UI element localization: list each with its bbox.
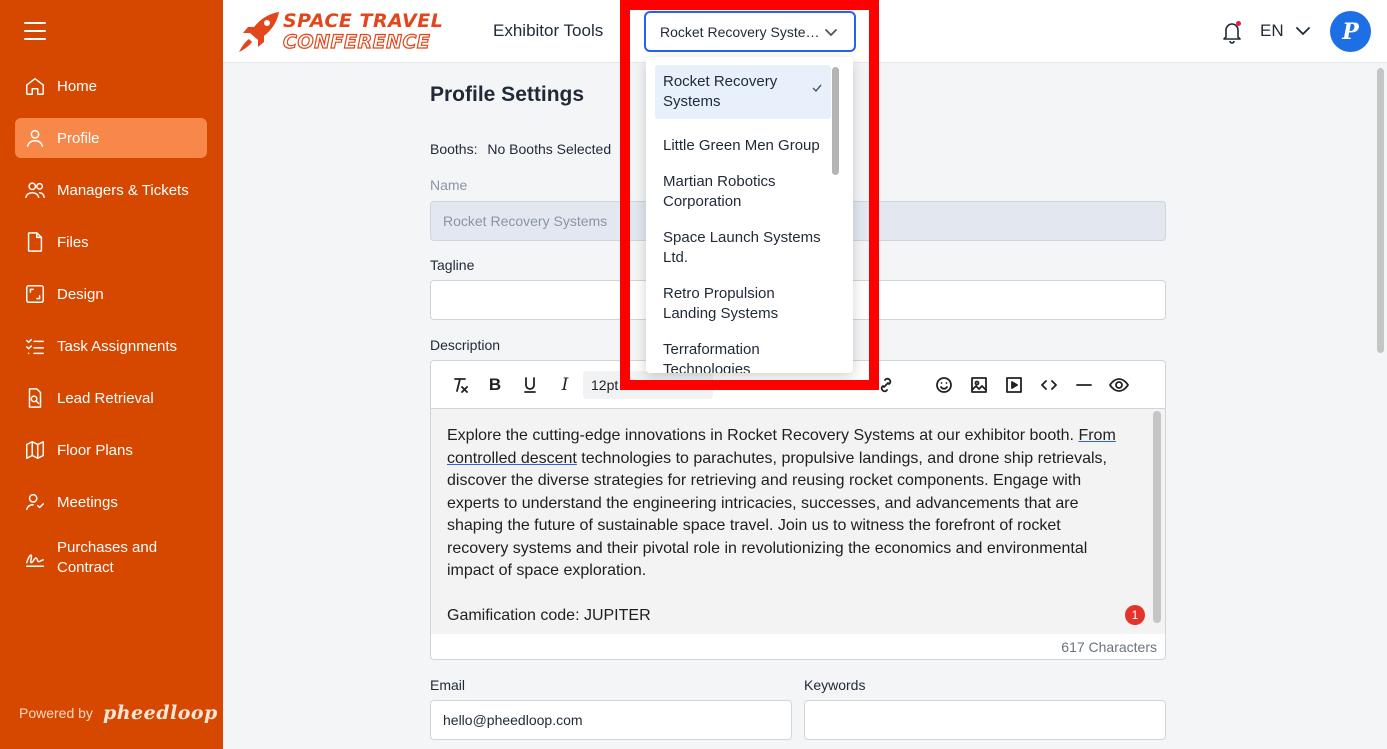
- editor-scrollbar[interactable]: [1153, 411, 1161, 623]
- tagline-label: Tagline: [430, 257, 475, 273]
- conference-logo[interactable]: SPACE TRAVEL CONFERENCE: [237, 9, 467, 55]
- logo-title-line1: SPACE TRAVEL: [283, 10, 444, 32]
- booths-label: Booths:: [430, 141, 478, 157]
- user-icon: [23, 126, 47, 150]
- description-label: Description: [430, 337, 501, 353]
- home-icon: [23, 74, 47, 98]
- keywords-field[interactable]: [804, 700, 1166, 740]
- sidebar-item-label: Home: [57, 77, 98, 95]
- top-bar: SPACE TRAVEL CONFERENCE Exhibitor Tools …: [223, 0, 1387, 63]
- exhibitor-select-value: Rocket Recovery Systems: [660, 23, 820, 40]
- keywords-label: Keywords: [804, 677, 866, 693]
- horizontal-rule-icon[interactable]: [1072, 373, 1096, 397]
- sidebar-item-label: Task Assignments: [57, 337, 178, 355]
- dropdown-scrollbar[interactable]: [832, 67, 839, 175]
- meetings-icon: [23, 490, 47, 514]
- image-icon[interactable]: [967, 373, 991, 397]
- sidebar-item-label: Meetings: [57, 493, 118, 511]
- sidebar-item-profile[interactable]: Profile: [15, 118, 207, 158]
- description-content[interactable]: Explore the cutting-edge innovations in …: [431, 409, 1165, 634]
- exhibitor-select[interactable]: Rocket Recovery Systems: [644, 11, 856, 52]
- sidebar-item-design[interactable]: Design: [15, 274, 207, 314]
- section-title: Exhibitor Tools: [493, 21, 604, 40]
- pheedloop-logo[interactable]: pheedloop: [103, 702, 218, 724]
- dropdown-option[interactable]: Terraformation Technologies: [655, 333, 831, 373]
- sidebar-item-home[interactable]: Home: [15, 66, 207, 106]
- users-icon: [23, 178, 47, 202]
- sidebar: Home Profile Managers & Tickets Files De…: [0, 0, 223, 749]
- booths-value: No Booths Selected: [487, 141, 612, 157]
- exhibitor-dropdown: Rocket Recovery Systems Little Green Men…: [646, 57, 853, 373]
- powered-by-label: Powered by: [19, 705, 93, 721]
- gamification-code: Gamification code: JUPITER: [447, 606, 651, 624]
- name-label: Name: [430, 177, 468, 193]
- link-icon[interactable]: [874, 373, 898, 397]
- dropdown-option[interactable]: Retro Propulsion Landing Systems: [655, 277, 831, 331]
- sidebar-item-label: Purchases and Contract: [57, 539, 158, 576]
- chevron-down-icon[interactable]: [1296, 24, 1310, 38]
- clear-format-icon[interactable]: [448, 373, 472, 397]
- sidebar-item-lead-retrieval[interactable]: Lead Retrieval: [15, 378, 207, 418]
- description-editor: B I 12pt Explore the cutting-edge innova…: [430, 360, 1166, 660]
- emoji-icon[interactable]: [932, 373, 956, 397]
- grammar-issue-badge[interactable]: 1: [1125, 605, 1145, 625]
- dropdown-option[interactable]: Martian Robotics Corporation: [655, 165, 831, 219]
- language-selector[interactable]: EN: [1260, 21, 1284, 41]
- check-icon: [812, 84, 822, 93]
- sidebar-nav: Home Profile Managers & Tickets Files De…: [15, 66, 207, 594]
- map-icon: [23, 438, 47, 462]
- page-scrollbar[interactable]: [1374, 64, 1387, 749]
- dropdown-option[interactable]: Space Launch Systems Ltd.: [655, 221, 831, 275]
- dropdown-option[interactable]: Little Green Men Group: [655, 129, 831, 163]
- file-icon: [23, 230, 47, 254]
- signature-icon: [23, 546, 47, 570]
- underline-icon[interactable]: [518, 373, 542, 397]
- sidebar-item-purchases-contract[interactable]: Purchases and Contract: [15, 534, 207, 582]
- lead-icon: [23, 386, 47, 410]
- sidebar-item-task-assignments[interactable]: Task Assignments: [15, 326, 207, 366]
- rocket-icon: [239, 12, 279, 52]
- preview-icon[interactable]: [1107, 373, 1131, 397]
- chevron-down-icon: [825, 29, 837, 37]
- video-icon[interactable]: [1002, 373, 1026, 397]
- booths-info: Booths: No Booths Selected: [430, 141, 611, 157]
- code-icon[interactable]: [1037, 373, 1061, 397]
- email-field[interactable]: hello@pheedloop.com: [430, 700, 792, 740]
- dropdown-option[interactable]: Rocket Recovery Systems: [655, 65, 831, 119]
- sidebar-item-managers-tickets[interactable]: Managers & Tickets: [15, 170, 207, 210]
- email-label: Email: [430, 677, 466, 693]
- description-rest: technologies to parachutes, propulsive l…: [447, 449, 1107, 580]
- notification-dot: [1236, 21, 1241, 26]
- sidebar-item-meetings[interactable]: Meetings: [15, 482, 207, 522]
- menu-icon[interactable]: [24, 22, 46, 40]
- bold-icon[interactable]: B: [483, 373, 507, 397]
- checklist-icon: [23, 334, 47, 358]
- page-title: Profile Settings: [430, 83, 585, 106]
- sidebar-item-files[interactable]: Files: [15, 222, 207, 262]
- logo-title-line2: CONFERENCE: [282, 30, 431, 53]
- avatar[interactable]: P: [1330, 11, 1371, 52]
- page-scrollbar-thumb[interactable]: [1377, 68, 1384, 353]
- design-icon: [23, 282, 47, 306]
- sidebar-item-floor-plans[interactable]: Floor Plans: [15, 430, 207, 470]
- character-count: 617 Characters: [1061, 639, 1157, 655]
- description-paragraph: Explore the cutting-edge innovations in …: [447, 425, 1125, 583]
- sidebar-item-label: Floor Plans: [57, 441, 133, 459]
- sidebar-item-label: Managers & Tickets: [57, 181, 189, 199]
- sidebar-item-label: Lead Retrieval: [57, 389, 154, 407]
- dropdown-option-label: Rocket Recovery Systems: [663, 73, 778, 110]
- sidebar-item-label: Design: [57, 285, 104, 303]
- description-intro: Explore the cutting-edge innovations in …: [447, 427, 1079, 444]
- sidebar-item-label: Profile: [57, 129, 100, 147]
- font-size-select[interactable]: 12pt: [583, 371, 713, 399]
- italic-icon[interactable]: I: [553, 373, 577, 397]
- sidebar-item-label: Files: [57, 233, 89, 251]
- powered-by: Powered by pheedloop: [19, 702, 218, 724]
